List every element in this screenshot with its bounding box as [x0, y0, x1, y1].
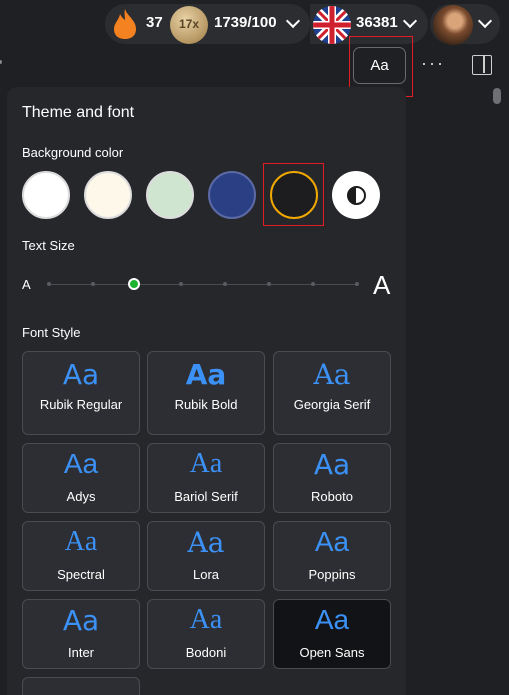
flame-icon	[114, 9, 136, 39]
font-name: Rubik Regular	[39, 397, 123, 412]
scrollbar-thumb[interactable]	[493, 88, 501, 104]
font-card[interactable]	[22, 677, 140, 695]
font-sample: Aa	[187, 526, 225, 559]
font-card-bodoni[interactable]: Aa Bodoni	[147, 599, 265, 669]
font-name: Rubik Bold	[174, 397, 238, 412]
font-name: Open Sans	[299, 645, 365, 660]
font-name: Poppins	[308, 567, 356, 582]
font-sample: Aa	[189, 604, 223, 635]
font-card-open-sans[interactable]: Aa Open Sans	[273, 599, 391, 669]
top-bar: 37 17x 1739/100 36381	[0, 0, 509, 50]
background-swatch-2[interactable]	[84, 171, 132, 219]
font-sample: Aa	[63, 448, 99, 479]
font-sample: Aa	[189, 448, 223, 479]
font-name: Lora	[192, 567, 220, 582]
font-card-lora[interactable]: Aa Lora	[147, 521, 265, 591]
font-sample: Aa	[313, 448, 351, 481]
text-size-label: Text Size	[22, 238, 75, 253]
uk-flag-icon	[313, 6, 351, 44]
streak-count: 37	[146, 14, 163, 31]
background-swatch-3[interactable]	[146, 171, 194, 219]
multiplier-label: 17x	[178, 17, 200, 31]
font-card-roboto[interactable]: Aa Roboto	[273, 443, 391, 513]
high-contrast-icon[interactable]	[332, 171, 380, 219]
slider-tick[interactable]	[223, 282, 227, 286]
font-name: Bodoni	[185, 645, 227, 660]
background-color-label: Background color	[22, 145, 124, 160]
font-card-inter[interactable]: Aa Inter	[22, 599, 140, 669]
font-card-adys[interactable]: Aa Adys	[22, 443, 140, 513]
font-name: Roboto	[311, 489, 353, 504]
text-size-slider-knob[interactable]	[128, 278, 140, 290]
slider-tick[interactable]	[179, 282, 183, 286]
slider-tick[interactable]	[267, 282, 271, 286]
font-card-bariol-serif[interactable]: Aa Bariol Serif	[147, 443, 265, 513]
font-card-rubik-bold[interactable]: Aa Rubik Bold	[147, 351, 265, 435]
edge-dot	[0, 60, 2, 64]
font-sample: Aa	[314, 526, 350, 557]
more-options-icon[interactable]: ···	[421, 53, 445, 74]
font-card-spectral[interactable]: Aa Spectral	[22, 521, 140, 591]
highlight-box	[263, 163, 324, 226]
font-style-label: Font Style	[22, 325, 81, 340]
slider-tick[interactable]	[47, 282, 51, 286]
font-sample: Aa	[314, 604, 350, 635]
panel-title: Theme and font	[22, 104, 135, 121]
font-name: Georgia Serif	[293, 397, 371, 412]
slider-tick[interactable]	[311, 282, 315, 286]
font-card-rubik-regular[interactable]: Aa Rubik Regular	[22, 351, 140, 435]
font-sample: Aa	[62, 604, 100, 637]
background-swatch-4[interactable]	[208, 171, 256, 219]
font-sample: Aa	[64, 526, 98, 557]
background-swatch-1[interactable]	[22, 171, 70, 219]
font-name: Inter	[67, 645, 94, 660]
font-card-georgia-serif[interactable]: Aa Georgia Serif	[273, 351, 391, 435]
avatar[interactable]	[433, 5, 473, 45]
font-sample: Aa	[313, 358, 351, 391]
sidebar-toggle-icon[interactable]	[472, 55, 492, 75]
progress-count: 1739/100	[214, 14, 277, 31]
slider-tick[interactable]	[355, 282, 359, 286]
font-sample: Aa	[185, 358, 227, 391]
font-card-poppins[interactable]: Aa Poppins	[273, 521, 391, 591]
language-points: 36381	[356, 14, 398, 31]
text-size-small-a: A	[22, 277, 31, 292]
scrollbar[interactable]	[493, 86, 501, 676]
font-sample: Aa	[62, 358, 100, 391]
font-name: Adys	[66, 489, 96, 504]
font-name: Bariol Serif	[174, 489, 238, 504]
slider-tick[interactable]	[91, 282, 95, 286]
coin-icon: 17x	[170, 6, 208, 44]
text-size-large-a: A	[373, 270, 391, 300]
font-name: Spectral	[57, 567, 105, 582]
